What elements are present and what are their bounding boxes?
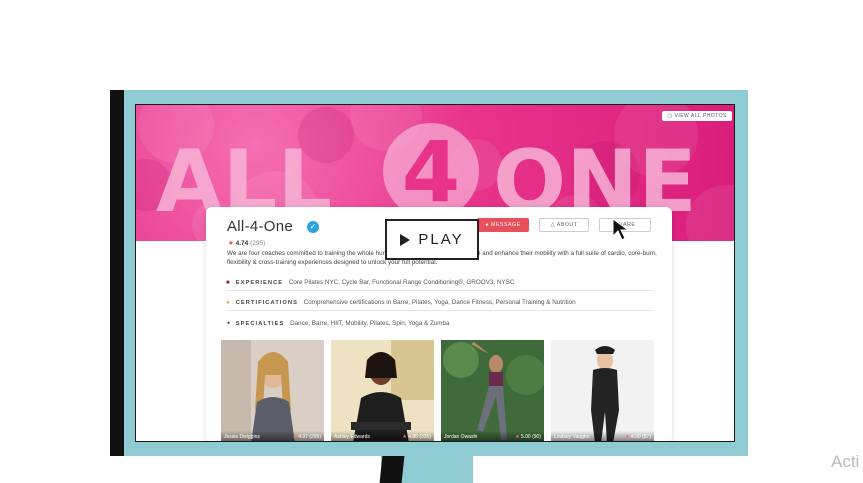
- coach-rating: 4.97 (295): [298, 434, 321, 440]
- monitor-stand-shadow: [379, 456, 405, 483]
- experience-label: EXPERIENCE: [235, 280, 284, 286]
- mouse-cursor-icon: [612, 218, 630, 241]
- star-icon: ★: [292, 434, 297, 440]
- star-icon: ★: [625, 434, 630, 440]
- certifications-label: CERTIFICATIONS: [235, 300, 298, 306]
- briefcase-icon: ■: [226, 280, 230, 286]
- coach-rating: 5.00 (90): [520, 434, 541, 440]
- rating-count: (295): [250, 240, 266, 247]
- coach-caption: Jordan Owashi ★ 5.00 (90): [441, 431, 544, 441]
- star-icon: ★: [402, 434, 407, 440]
- coach-name: Jessie Dwiggins: [224, 434, 260, 440]
- coach-name: Ashley Edwards: [334, 434, 370, 440]
- about-label: ABOUT: [556, 222, 578, 228]
- star-icon: ★: [515, 434, 520, 440]
- specialties-label: SPECIALTIES: [235, 321, 285, 327]
- coach-rating: 4.86 (335): [408, 434, 431, 440]
- play-icon: [400, 233, 411, 246]
- specialties-row: ✦ SPECIALTIES Dance, Barre, HIIT, Mobili…: [226, 320, 654, 331]
- message-button[interactable]: ● MESSAGE: [477, 218, 529, 232]
- play-label: PLAY: [418, 231, 464, 248]
- coach-name: Lindsey Vaughn: [554, 434, 590, 440]
- coach-caption: Lindsey Vaughn ★ 4.90 (87): [551, 431, 654, 441]
- star-icon: ★: [228, 240, 234, 247]
- activate-windows-watermark: Acti: [831, 452, 860, 471]
- view-all-photos-button[interactable]: ▢ VIEW ALL PHOTOS: [662, 111, 732, 121]
- coach-card[interactable]: Lindsey Vaughn ★ 4.90 (87): [551, 340, 654, 441]
- certifications-value: Comprehensive certifications in Barre, P…: [303, 299, 576, 306]
- profile-name: All-4-One: [227, 218, 294, 235]
- coach-caption: Jessie Dwiggins ★ 4.97 (295): [221, 431, 324, 441]
- coach-gallery: Jessie Dwiggins ★ 4.97 (295) Ashley Edwa…: [221, 340, 661, 441]
- coach-card[interactable]: Jessie Dwiggins ★ 4.97 (295): [221, 340, 324, 441]
- specialties-icon: ✦: [226, 321, 232, 327]
- coach-card[interactable]: Jordan Owashi ★ 5.00 (90): [441, 340, 544, 441]
- profile-rating: ★ 4.74 (295): [228, 239, 265, 247]
- monitor-shadow: [110, 90, 124, 456]
- coach-name: Jordan Owashi: [444, 434, 478, 440]
- coach-caption: Ashley Edwards ★ 4.86 (335): [331, 431, 434, 441]
- verified-check-icon: ✓: [307, 221, 319, 233]
- about-button[interactable]: △ ABOUT: [539, 218, 589, 232]
- coach-photo: [221, 340, 324, 441]
- play-button[interactable]: PLAY: [385, 219, 479, 260]
- lightbulb-icon: ●: [226, 300, 230, 306]
- experience-row: ■ EXPERIENCE Core Pilates NYC, Cycle Bar…: [226, 279, 654, 291]
- rating-value: 4.74: [235, 240, 249, 247]
- coach-photo: [551, 340, 654, 441]
- view-all-photos-label: VIEW ALL PHOTOS: [674, 113, 727, 119]
- coach-rating: 4.90 (87): [630, 434, 651, 440]
- certifications-row: ● CERTIFICATIONS Comprehensive certifica…: [226, 299, 654, 311]
- specialties-value: Dance, Barre, HIIT, Mobility, Pilates, S…: [290, 320, 450, 327]
- video-thumbnail[interactable]: ALL 4 ONE ▢ VIEW ALL PHOTOS All-4-One ✓ …: [0, 0, 863, 483]
- experience-value: Core Pilates NYC, Cycle Bar, Functional …: [288, 279, 515, 286]
- message-label: MESSAGE: [490, 222, 521, 228]
- coach-photo: [331, 340, 434, 441]
- coach-card[interactable]: Ashley Edwards ★ 4.86 (335): [331, 340, 434, 441]
- monitor-screen: ALL 4 ONE ▢ VIEW ALL PHOTOS All-4-One ✓ …: [135, 104, 735, 442]
- coach-photo: [441, 340, 544, 441]
